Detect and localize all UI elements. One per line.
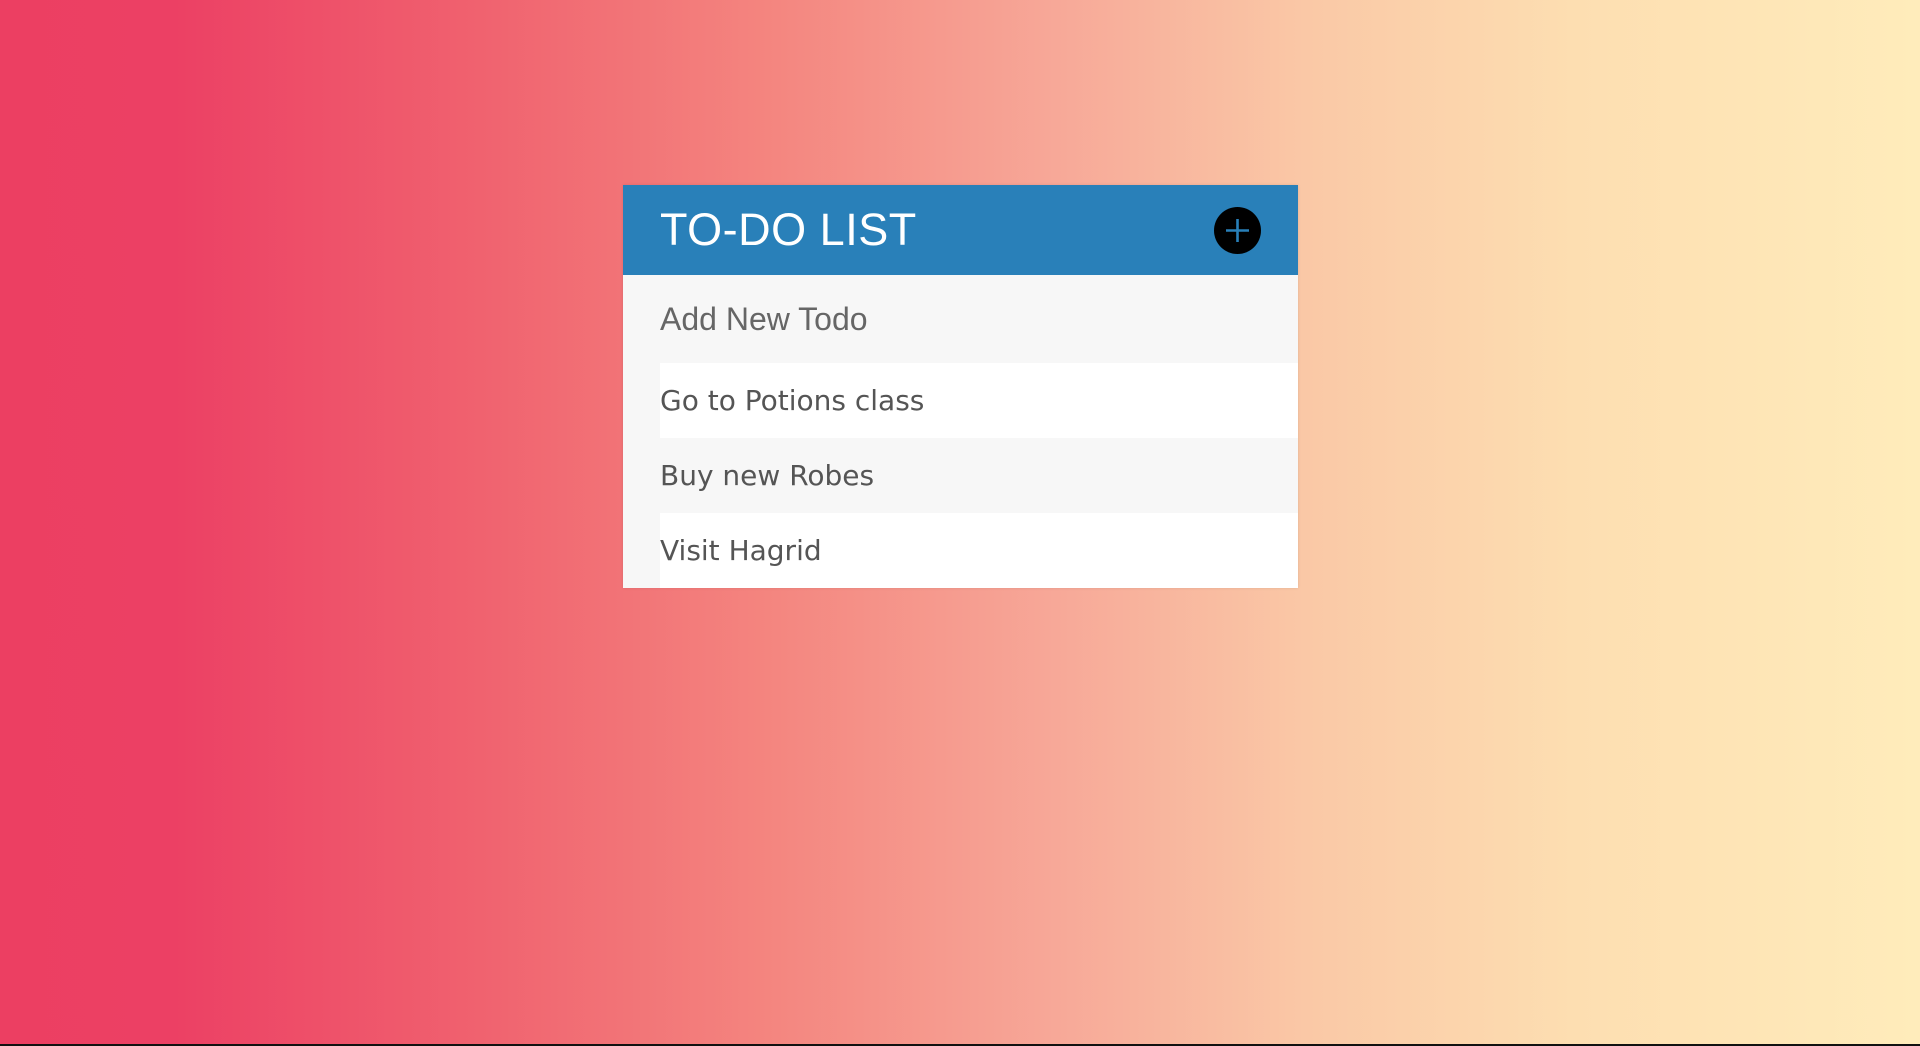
todo-item[interactable]: Buy new Robes: [660, 438, 1298, 513]
new-todo-input[interactable]: [660, 300, 1250, 338]
todo-item-text: Visit Hagrid: [660, 534, 822, 567]
todo-header: TO-DO LIST: [623, 185, 1298, 275]
todo-item-text: Buy new Robes: [660, 459, 875, 492]
page-title: TO-DO LIST: [660, 204, 917, 255]
todo-item[interactable]: Go to Potions class: [660, 363, 1298, 438]
todo-list: Go to Potions class Buy new Robes Visit …: [623, 363, 1298, 588]
new-todo-row: [623, 275, 1298, 363]
add-todo-button[interactable]: [1214, 206, 1261, 254]
todo-item[interactable]: Visit Hagrid: [660, 513, 1298, 588]
plus-icon: [1226, 218, 1249, 242]
todo-item-text: Go to Potions class: [660, 384, 925, 417]
todo-card: TO-DO LIST Go to Potions class Buy new R…: [623, 185, 1298, 588]
